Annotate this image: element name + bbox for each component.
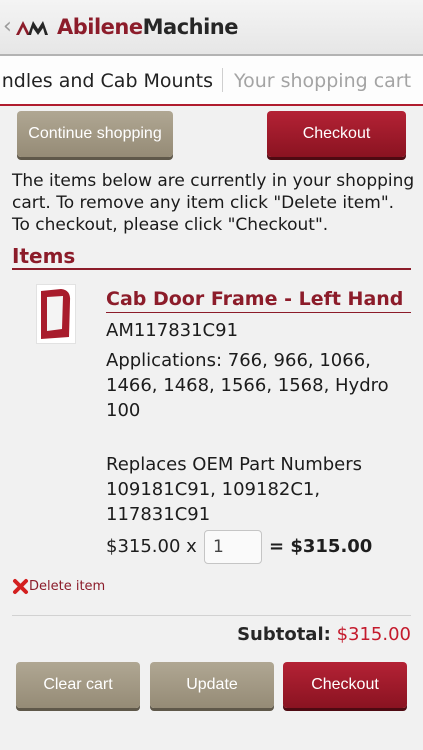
continue-shopping-button[interactable]: Continue shopping xyxy=(17,111,173,157)
items-heading: Items xyxy=(12,244,76,268)
red-x-icon xyxy=(13,579,28,594)
breadcrumb-shopping-cart[interactable]: Your shopping cart xyxy=(234,70,411,92)
item-title-rule xyxy=(106,312,411,313)
clear-cart-button[interactable]: Clear cart xyxy=(16,662,140,708)
item-part-number: AM117831C91 xyxy=(106,320,239,341)
quantity-input[interactable]: 1 xyxy=(204,530,262,564)
summary-divider xyxy=(12,615,411,616)
brand-title[interactable]: AbileneMachine xyxy=(57,15,238,39)
item-oem-replacements: Replaces OEM Part Numbers 109181C91, 109… xyxy=(106,454,363,525)
subtotal-value: $315.00 xyxy=(336,624,411,645)
item-applications: Applications: 766, 966, 1066, 1466, 1468… xyxy=(106,350,389,421)
brand-machine: Machine xyxy=(142,15,239,39)
subtotal: Subtotal: $315.00 xyxy=(237,624,411,645)
subtotal-label: Subtotal: xyxy=(237,624,331,645)
unit-price: $315.00 x xyxy=(106,536,197,557)
breadcrumb-category[interactable]: ndles and Cab Mounts xyxy=(2,70,213,92)
abilene-machine-logo-icon[interactable] xyxy=(16,17,52,37)
product-thumbnail[interactable] xyxy=(36,284,76,344)
cart-instructions: The items below are currently in your sh… xyxy=(12,171,415,235)
delete-item-label: Delete item xyxy=(29,579,106,594)
quantity-row: $315.00 x 1 = $315.00 xyxy=(106,530,416,564)
breadcrumb-separator xyxy=(222,68,223,92)
back-icon[interactable]: ‹ xyxy=(3,14,12,39)
items-heading-rule xyxy=(12,268,411,270)
checkout-button-top[interactable]: Checkout xyxy=(267,111,406,157)
brand-abilene: Abilene xyxy=(57,15,143,39)
app-header: ‹ AbileneMachine xyxy=(0,0,423,56)
line-total: = $315.00 xyxy=(269,536,373,557)
checkout-button-bottom[interactable]: Checkout xyxy=(283,662,407,708)
update-button[interactable]: Update xyxy=(150,662,274,708)
item-title-link[interactable]: Cab Door Frame - Left Hand xyxy=(106,288,403,310)
breadcrumb: ndles and Cab Mounts Your shopping cart xyxy=(0,56,423,106)
